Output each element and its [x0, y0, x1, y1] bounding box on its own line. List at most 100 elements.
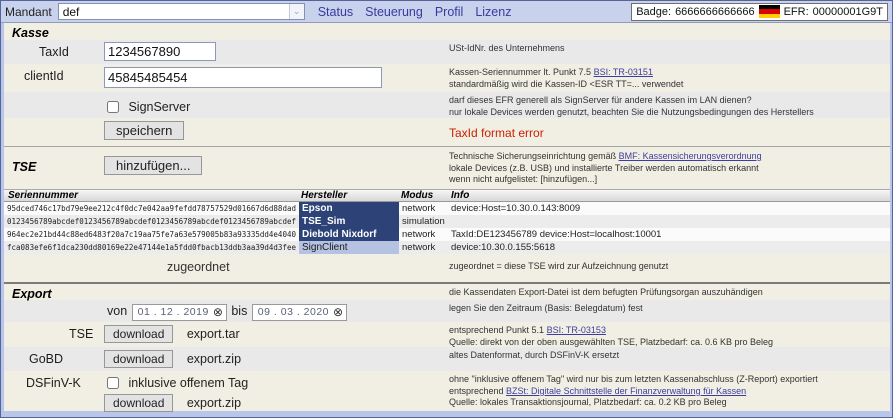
tse-table-row[interactable]: 0123456789abcdef0123456789abcdef01234567… [4, 215, 890, 228]
modus-cell: simulation [399, 215, 447, 228]
mandant-select-value: def [59, 5, 289, 19]
badge-label: Badge: [636, 6, 671, 18]
speichern-button[interactable]: speichern [104, 121, 184, 140]
info-cell: device:Host=10.30.0.143:8009 [447, 202, 890, 215]
von-date-input[interactable]: 01 . 12 . 2019 ⊗ [132, 304, 227, 321]
von-label: von [107, 304, 127, 318]
hersteller-cell: SignClient [299, 241, 399, 254]
clientid-info-2: standardmäßig wird die Kassen-ID <ESR TT… [449, 79, 884, 91]
gobd-export-filename: export.zip [187, 352, 241, 366]
clear-date-icon[interactable]: ⊗ [213, 305, 223, 319]
tse-info-2: lokale Devices (z.B. USB) und installier… [449, 163, 884, 175]
top-nav: Status Steuerung Profil Lizenz [318, 5, 512, 19]
dsfinvk-info-text: entsprechend [449, 386, 506, 396]
kasse-section-header: Kasse [4, 23, 890, 40]
chevron-down-icon[interactable]: ⌄ [289, 4, 304, 19]
mandant-label: Mandant [5, 5, 52, 19]
bsi-tr-03153-link[interactable]: BSI: TR-03153 [547, 325, 606, 335]
hersteller-cell: Epson [299, 202, 399, 215]
export-tse-row: TSE download export.tar entsprechend Pun… [4, 322, 890, 347]
kasse-title: Kasse [4, 23, 49, 40]
tse-title: TSE [12, 160, 36, 174]
nav-link-profil[interactable]: Profil [435, 5, 463, 19]
zugeordnet-label: zugeordnet [4, 254, 447, 282]
col-header-info: Info [447, 190, 890, 201]
signserver-row: SignServer darf dieses EFR generell als … [4, 92, 890, 118]
tse-download-button[interactable]: download [104, 325, 173, 343]
export-title: Export [4, 284, 447, 300]
inklusive-offenem-tag-checkbox[interactable] [107, 377, 119, 389]
dsfinvk-label: DSFinV-K [4, 371, 104, 411]
german-flag-icon [759, 5, 780, 18]
inklusive-offenem-tag-label: inklusive offenem Tag [128, 376, 248, 390]
tse-info-text: Technische Sicherungseinrichtung gemäß [449, 151, 619, 161]
taxid-info: USt-IdNr. des Unternehmens [449, 43, 884, 55]
tse-info-3: wenn nicht aufgelistet: [hinzufügen...] [449, 174, 884, 186]
gobd-label: GoBD [4, 347, 104, 371]
dsfinvk-download-button[interactable]: download [104, 394, 173, 412]
tse-export-filename: export.tar [187, 327, 240, 341]
clientid-row: clientId Kassen-Seriennummer lt. Punkt 7… [4, 64, 890, 92]
bis-date-value: 09 . 03 . 2020 [258, 306, 329, 318]
signserver-label: SignServer [128, 100, 190, 114]
speichern-row: speichern TaxId format error [4, 118, 890, 146]
serial-cell: fca083efe6f1dca230dd80169e22e47144e1a5fd… [4, 241, 299, 254]
taxid-row: TaxId USt-IdNr. des Unternehmens [4, 40, 890, 64]
dsfinvk-export-filename: export.zip [187, 396, 241, 410]
col-header-hersteller: Hersteller [299, 190, 399, 201]
export-tse-label: TSE [4, 322, 104, 347]
zeitraum-info: legen Sie den Zeitraum (Basis: Belegdatu… [449, 303, 884, 315]
mandant-select[interactable]: def ⌄ [58, 3, 305, 20]
badge-efr-box: Badge: 6666666666666 EFR: 00000001G9T [631, 3, 888, 21]
efr-value: 00000001G9T [813, 6, 883, 18]
modus-cell: network [399, 228, 447, 241]
nav-link-status[interactable]: Status [318, 5, 353, 19]
export-info: die Kassendaten Export-Datei ist dem bef… [449, 287, 884, 299]
modus-cell: network [399, 202, 447, 215]
serial-cell: 95dced746c17bd79e9ee212c4f0dc7e042aa9fef… [4, 202, 299, 215]
taxid-error-message: TaxId format error [449, 121, 884, 142]
top-bar: Mandant def ⌄ Status Steuerung Profil Li… [1, 1, 892, 23]
taxid-label: TaxId [4, 40, 104, 64]
hersteller-cell: Diebold Nixdorf [299, 228, 399, 241]
export-tse-info-text: entsprechend Punkt 5.1 [449, 325, 547, 335]
signserver-checkbox[interactable] [107, 101, 119, 113]
clientid-info-text: Kassen-Seriennummer lt. Punkt 7.5 [449, 67, 594, 77]
gobd-download-button[interactable]: download [104, 350, 173, 368]
taxid-input[interactable] [104, 42, 216, 61]
signserver-info-2: nur lokale Devices werden genutzt, beach… [449, 107, 884, 119]
zugeordnet-row: zugeordnet zugeordnet = diese TSE wird z… [4, 254, 890, 282]
dsfinvk-info-3: Quelle: lokales Transaktionsjournal, Pla… [449, 397, 884, 409]
hersteller-cell: TSE_Sim [299, 215, 399, 228]
nav-link-steuerung[interactable]: Steuerung [365, 5, 423, 19]
tse-hinzufuegen-button[interactable]: hinzufügen... [104, 156, 202, 175]
von-date-value: 01 . 12 . 2019 [138, 306, 209, 318]
bmf-kassensicherungsverordnung-link[interactable]: BMF: Kassensicherungsverordnung [619, 151, 762, 161]
badge-value: 6666666666666 [675, 6, 755, 18]
bzst-dsfinvk-link[interactable]: BZSt: Digitale Schnittstelle der Finanzv… [506, 386, 746, 396]
dsfinvk-info-1: ohne "inklusive offenem Tag" wird nur bi… [449, 374, 884, 386]
zugeordnet-info: zugeordnet = diese TSE wird zur Aufzeich… [449, 261, 884, 273]
bis-label: bis [231, 304, 247, 318]
signserver-info-1: darf dieses EFR generell als SignServer … [449, 95, 884, 107]
info-cell: device:10.30.0.155:5618 [447, 241, 890, 254]
col-header-modus: Modus [399, 190, 447, 201]
bsi-tr-03151-link[interactable]: BSI: TR-03151 [594, 67, 653, 77]
export-gobd-row: GoBD download export.zip altes Datenform… [4, 347, 890, 371]
clientid-label: clientId [4, 64, 104, 92]
tse-table-row[interactable]: fca083efe6f1dca230dd80169e22e47144e1a5fd… [4, 241, 890, 254]
clear-date-icon[interactable]: ⊗ [333, 305, 343, 319]
info-cell: TaxId:DE123456789 device:Host=localhost:… [447, 228, 890, 241]
clientid-input[interactable] [104, 67, 382, 88]
tse-table-header: Seriennummer Hersteller Modus Info [4, 189, 890, 202]
serial-cell: 964ec2e21bd44c88ed6483f20a7c19aa75fe7a63… [4, 228, 299, 241]
tse-table-row[interactable]: 95dced746c17bd79e9ee212c4f0dc7e042aa9fef… [4, 202, 890, 215]
nav-link-lizenz[interactable]: Lizenz [475, 5, 511, 19]
efr-label: EFR: [784, 6, 809, 18]
col-header-seriennummer: Seriennummer [4, 190, 299, 201]
info-cell [447, 215, 890, 228]
bis-date-input[interactable]: 09 . 03 . 2020 ⊗ [252, 304, 347, 321]
main-content: Kasse TaxId USt-IdNr. des Unternehmens c… [4, 23, 890, 411]
export-dsfinvk-row: DSFinV-K inklusive offenem Tag download … [4, 371, 890, 411]
tse-table-row[interactable]: 964ec2e21bd44c88ed6483f20a7c19aa75fe7a63… [4, 228, 890, 241]
